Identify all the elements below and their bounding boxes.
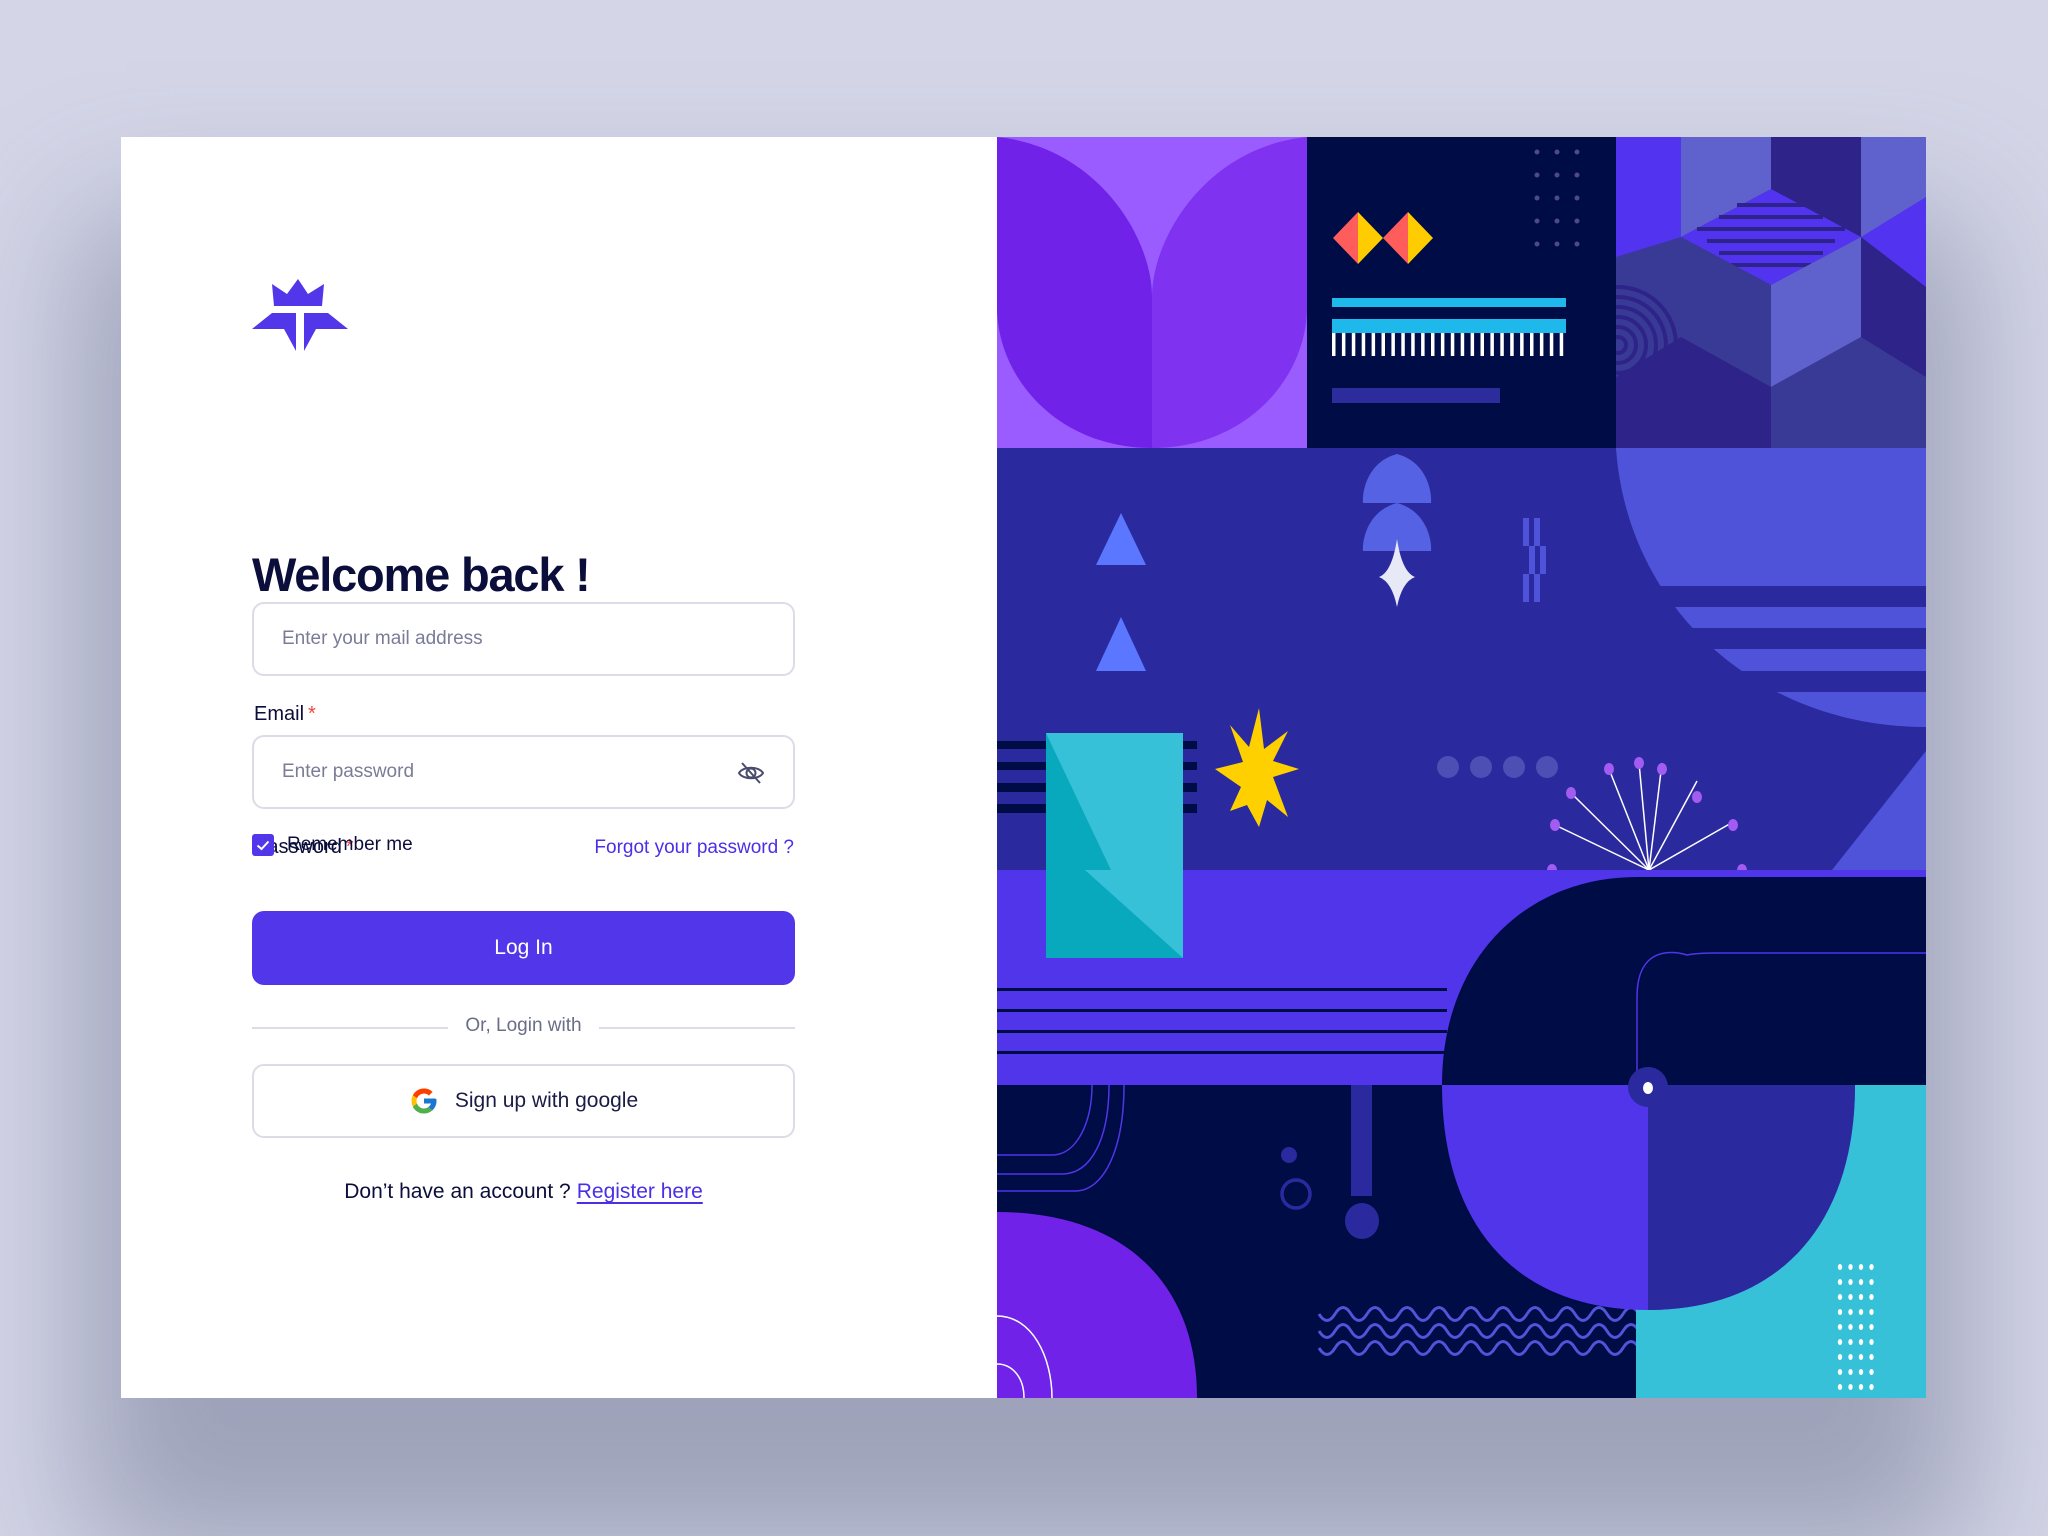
dot [1869, 1339, 1874, 1345]
required-marker: * [308, 703, 316, 725]
password-input[interactable] [282, 737, 722, 807]
dot [1858, 1369, 1864, 1375]
dot [1837, 1384, 1843, 1390]
login-panel: Welcome back ! Enter to get unlimited ac… [121, 137, 997, 1398]
dot [1837, 1324, 1843, 1330]
dot [1858, 1294, 1864, 1300]
dot [1837, 1279, 1843, 1285]
dot [1869, 1384, 1874, 1390]
dot [1858, 1264, 1864, 1270]
barcode-stripe [1332, 333, 1336, 356]
barcode-stripe [1559, 333, 1564, 356]
barcode-stripe [1460, 333, 1465, 356]
barcode-stripe [1450, 333, 1455, 356]
dot [1858, 1384, 1864, 1390]
dot [1848, 1264, 1853, 1270]
email-label-text: Email [254, 703, 305, 725]
register-link[interactable]: Register here [577, 1180, 703, 1203]
dot [1837, 1369, 1843, 1375]
barcode-stripe [1381, 333, 1385, 356]
barcode-stripe [1341, 333, 1346, 356]
bottom-band [997, 1085, 1926, 1398]
dot [1869, 1264, 1874, 1270]
checkbox-checked[interactable] [252, 834, 274, 856]
dot [1848, 1294, 1853, 1300]
divider-line [599, 1027, 795, 1029]
barcode-stripe [1411, 333, 1415, 356]
barcode-stripe [1440, 333, 1445, 356]
email-field[interactable] [252, 602, 795, 676]
dot [1837, 1354, 1843, 1360]
tulip-shape [997, 137, 1307, 448]
dot [1869, 1324, 1874, 1330]
dot [1858, 1279, 1864, 1285]
dot [1837, 1264, 1843, 1270]
barcode-stripe [1530, 333, 1534, 356]
barcode-stripe [1401, 333, 1405, 356]
dot [1848, 1279, 1853, 1285]
barcode-stripe [1421, 333, 1425, 356]
dot [1858, 1324, 1864, 1330]
barcode-stripe [1510, 333, 1514, 356]
barcode-stripe [1500, 333, 1504, 356]
register-prompt-text: Don’t have an account ? [344, 1180, 571, 1203]
geometric-illustration [997, 137, 1926, 1398]
register-prompt: Don’t have an account ? Register here [252, 1180, 795, 1204]
barcode-stripe [1520, 333, 1524, 356]
google-button-label: Sign up with google [454, 1089, 639, 1112]
dot [1837, 1294, 1843, 1300]
middle-band [997, 448, 1926, 870]
dot [1858, 1309, 1864, 1315]
divider-text: Or, Login with [465, 1015, 582, 1036]
dot [1869, 1354, 1874, 1360]
barcode-stripe [1431, 333, 1435, 356]
forgot-password-link[interactable]: Forgot your password ? [594, 837, 794, 859]
barcode-stripe [1549, 333, 1554, 356]
illustration-panel [997, 137, 1926, 1398]
dot [1837, 1339, 1843, 1345]
barcode-stripe [1470, 333, 1475, 356]
diamond-barcode-block [1307, 137, 1617, 448]
dot [1848, 1309, 1853, 1315]
google-g-icon [411, 1088, 437, 1114]
crown-star-logo-icon [252, 279, 348, 351]
dot [1848, 1324, 1853, 1330]
barcode-stripe [1361, 333, 1366, 356]
dot [1848, 1354, 1853, 1360]
login-button[interactable]: Log In [252, 911, 795, 985]
dot [1848, 1384, 1853, 1390]
google-signup-button[interactable]: Sign up with google [252, 1064, 795, 1138]
dot [1848, 1369, 1853, 1375]
remember-me-label: Remember me [287, 834, 413, 855]
dot [1869, 1369, 1874, 1375]
email-label: Email * [254, 703, 316, 726]
password-field[interactable] [252, 735, 795, 809]
dot [1837, 1309, 1843, 1315]
dot [1848, 1339, 1853, 1345]
checkmark-icon [256, 840, 270, 850]
dot [1858, 1339, 1864, 1345]
barcode-stripe [1371, 333, 1376, 356]
dot [1869, 1279, 1874, 1285]
barcode-stripe [1351, 333, 1356, 356]
or-divider: Or, Login with [252, 1014, 795, 1042]
barcode-stripe [1539, 333, 1544, 356]
barcode-stripe [1490, 333, 1494, 356]
page-title: Welcome back ! [252, 548, 591, 601]
dot [1869, 1294, 1874, 1300]
dot [1869, 1309, 1874, 1315]
barcode-stripe [1391, 333, 1395, 356]
email-input[interactable] [282, 604, 722, 674]
dot [1858, 1354, 1864, 1360]
barcode-stripe [1480, 333, 1484, 356]
login-card: Welcome back ! Enter to get unlimited ac… [121, 137, 1926, 1398]
eye-off-icon[interactable] [737, 761, 765, 785]
remember-me-checkbox[interactable]: Remember me [252, 834, 413, 856]
